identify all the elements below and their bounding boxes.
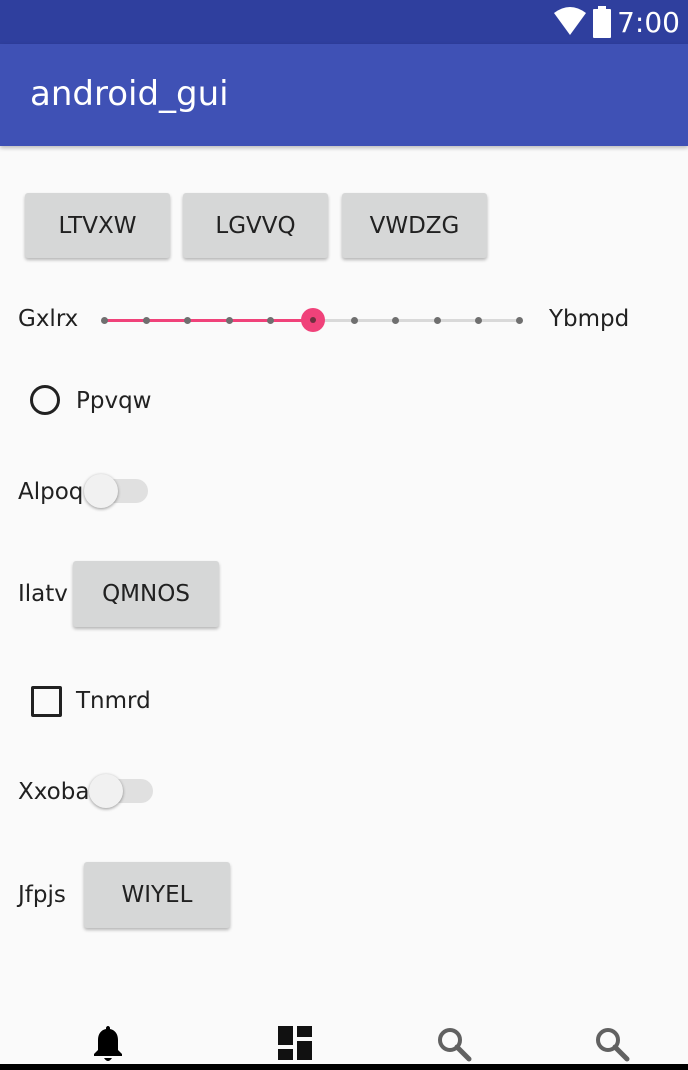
seekbar-tick: [267, 317, 274, 324]
ltvxw-button[interactable]: LTVXW: [25, 193, 170, 258]
seekbar-tick: [392, 317, 399, 324]
status-bar: 7:00: [0, 0, 688, 44]
seekbar-tick: [351, 317, 358, 324]
seekbar-thumb[interactable]: [301, 308, 325, 332]
wiyel-button[interactable]: WIYEL: [84, 862, 230, 928]
app-bar: android_gui: [0, 44, 688, 146]
battery-icon: [593, 6, 612, 38]
seekbar-tick: [184, 317, 191, 324]
xxoba-switch-thumb[interactable]: [89, 774, 123, 808]
seekbar-tick: [101, 317, 108, 324]
dashboard-icon[interactable]: [278, 1026, 312, 1060]
ppvqw-radio[interactable]: [30, 385, 60, 415]
seekbar-tick: [434, 317, 441, 324]
wifi-icon: [554, 7, 587, 35]
seekbar-tick: [226, 317, 233, 324]
seekbar-progress: [104, 319, 313, 322]
seekbar-tick: [516, 317, 523, 324]
seekbar-left-label: Gxlrx: [18, 306, 79, 332]
status-time: 7:00: [617, 5, 680, 39]
app-title: android_gui: [30, 74, 229, 114]
button-row2-label: Ilatv: [18, 581, 68, 607]
search-icon[interactable]: [594, 1026, 630, 1062]
seekbar-right-label: Ybmpd: [549, 306, 630, 332]
switch1-label: Alpoq: [18, 479, 84, 505]
vwdzg-button[interactable]: VWDZG: [342, 193, 487, 258]
switch2-label: Xxoba: [18, 779, 90, 805]
seekbar-tick: [475, 317, 482, 324]
search-icon[interactable]: [436, 1026, 472, 1062]
lgvvq-button[interactable]: LGVVQ: [183, 193, 328, 258]
tnmrd-checkbox[interactable]: [31, 686, 62, 717]
qmnos-button[interactable]: QMNOS: [73, 561, 219, 627]
bottom-edge: [0, 1064, 688, 1070]
alpoq-switch-thumb[interactable]: [84, 474, 118, 508]
button-row3-label: Jfpjs: [18, 882, 66, 908]
bell-icon[interactable]: [92, 1024, 124, 1064]
checkbox-label[interactable]: Tnmrd: [76, 688, 151, 714]
radio-label[interactable]: Ppvqw: [76, 388, 152, 414]
seekbar-tick: [143, 317, 150, 324]
